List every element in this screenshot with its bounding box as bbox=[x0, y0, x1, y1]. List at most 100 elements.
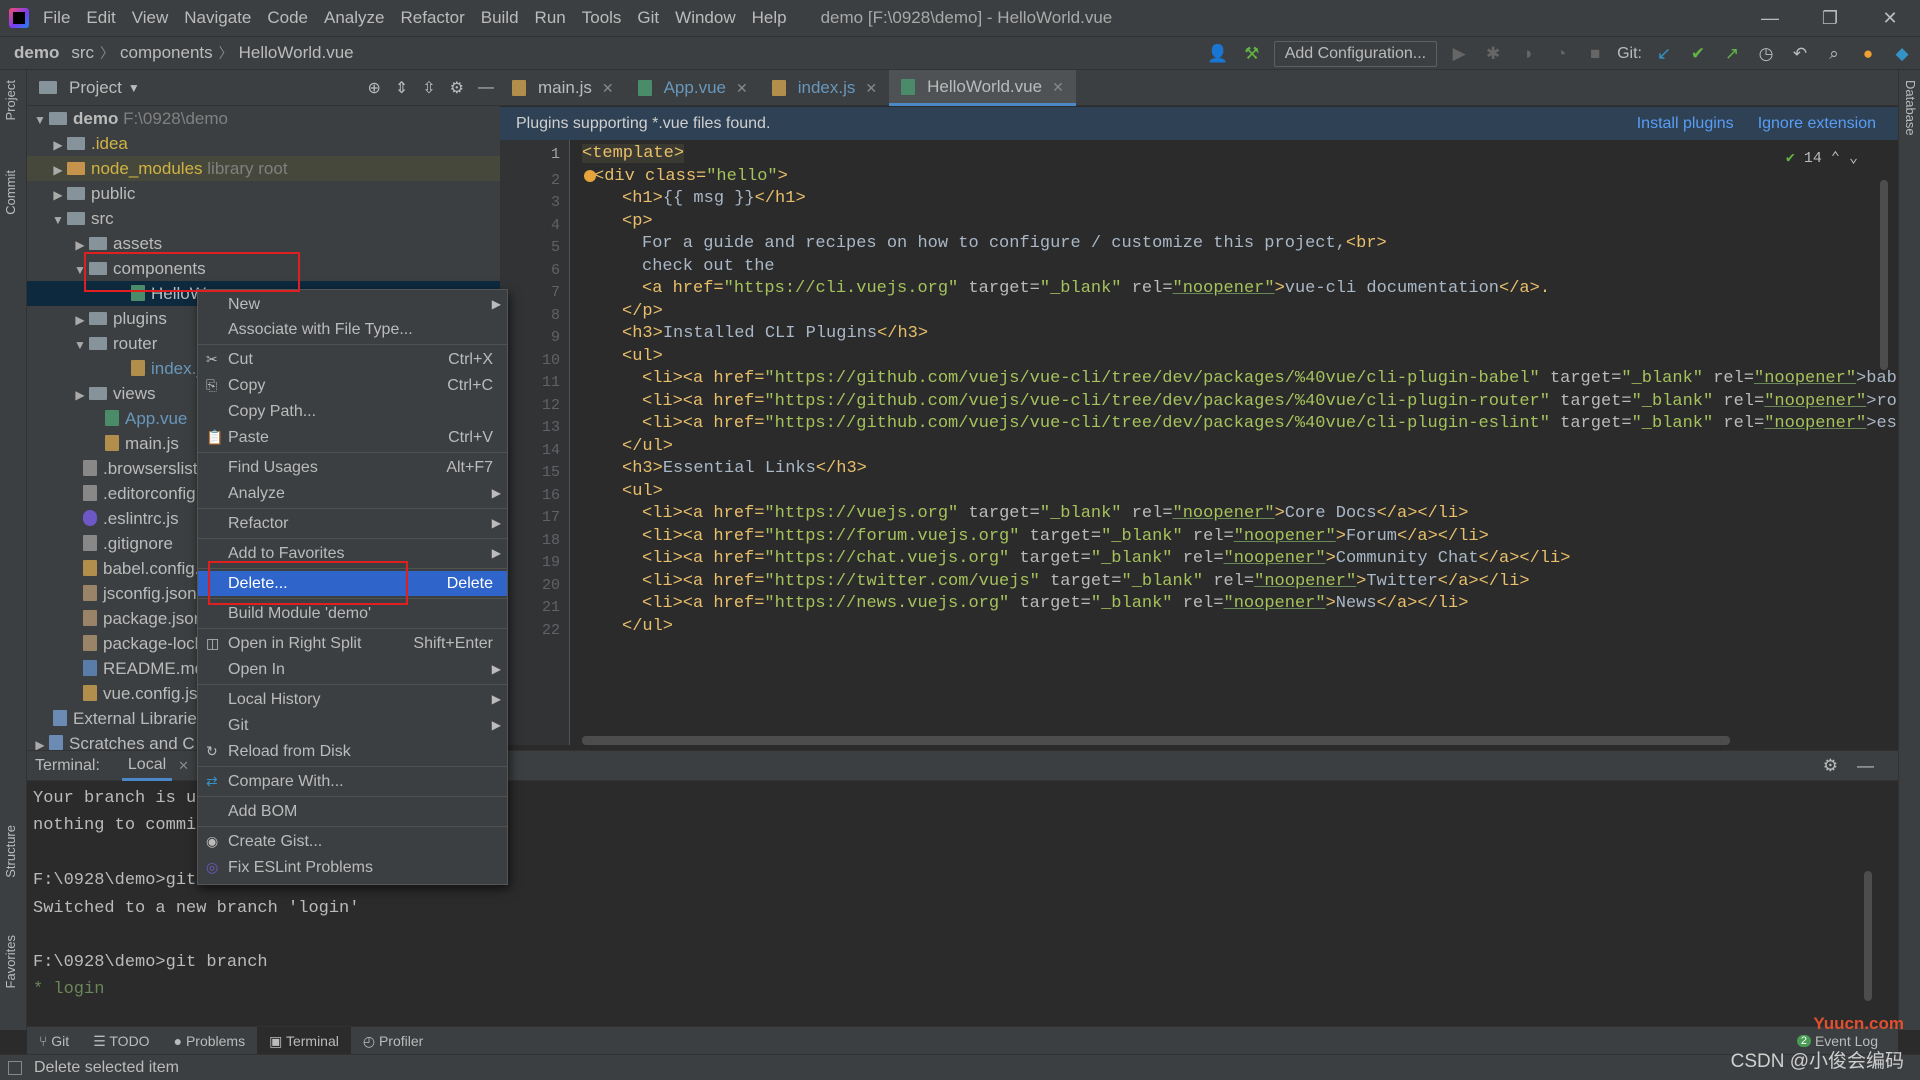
menu-navigate[interactable]: Navigate bbox=[176, 0, 259, 36]
debug-icon[interactable]: ✱ bbox=[1481, 44, 1505, 64]
breadcrumb-src[interactable]: src bbox=[65, 43, 100, 63]
tab-index-js[interactable]: index.js ✕ bbox=[760, 70, 889, 106]
tool-tab-todo[interactable]: ☰ TODO bbox=[81, 1027, 161, 1055]
chevron-right-icon[interactable]: ▶ bbox=[49, 133, 67, 158]
profile-icon[interactable]: ◔ bbox=[1549, 44, 1573, 64]
gear-icon[interactable]: ⚙ bbox=[450, 78, 464, 98]
menu-git[interactable]: Git bbox=[629, 0, 667, 36]
close-tab-icon[interactable]: ✕ bbox=[1052, 69, 1064, 105]
breadcrumb-file[interactable]: HelloWorld.vue bbox=[233, 43, 360, 63]
close-tab-icon[interactable]: ✕ bbox=[602, 70, 614, 106]
database-tool-tab[interactable]: Database bbox=[1903, 80, 1918, 136]
menu-item-open-in[interactable]: Open In ▶ bbox=[198, 657, 507, 682]
menu-tools[interactable]: Tools bbox=[574, 0, 630, 36]
tree-item-idea[interactable]: ▶ .idea bbox=[27, 131, 500, 156]
chevron-down-icon[interactable]: ▼ bbox=[128, 81, 140, 95]
git-push-icon[interactable]: ↗ bbox=[1720, 44, 1744, 64]
chevron-down-icon[interactable]: ▼ bbox=[31, 108, 49, 133]
chevron-right-icon[interactable]: ▶ bbox=[49, 158, 67, 183]
menu-view[interactable]: View bbox=[124, 0, 177, 36]
close-tab-icon[interactable]: ✕ bbox=[865, 70, 877, 106]
tool-tab-problems[interactable]: ● Problems bbox=[162, 1027, 258, 1055]
search-icon[interactable]: ⌕ bbox=[1822, 44, 1846, 64]
menu-item-cut[interactable]: ✂ Cut Ctrl+X bbox=[198, 347, 507, 372]
chevron-up-icon[interactable]: ⌃ bbox=[1831, 150, 1840, 167]
git-history-icon[interactable]: ◷ bbox=[1754, 44, 1778, 64]
menu-item-associate[interactable]: Associate with File Type... bbox=[198, 317, 507, 342]
tool-tab-git[interactable]: ⑂ Git bbox=[27, 1027, 81, 1055]
tree-item-node-modules[interactable]: ▶ node_modules library root bbox=[27, 156, 500, 181]
gear-icon[interactable]: ⚙ bbox=[1823, 756, 1838, 776]
horizontal-scrollbar[interactable] bbox=[582, 736, 1730, 745]
menu-item-refactor[interactable]: Refactor ▶ bbox=[198, 511, 507, 536]
collapse-all-icon[interactable]: ⇳ bbox=[422, 78, 435, 98]
menu-item-fix-eslint[interactable]: ◎ Fix ESLint Problems bbox=[198, 855, 507, 880]
close-tab-icon[interactable]: ✕ bbox=[736, 70, 748, 106]
favorites-tool-tab[interactable]: Favorites bbox=[3, 935, 18, 988]
menu-item-find-usages[interactable]: Find Usages Alt+F7 bbox=[198, 455, 507, 480]
plugin-icon[interactable]: ◆ bbox=[1890, 44, 1914, 64]
git-update-icon[interactable]: ↙ bbox=[1652, 44, 1676, 64]
structure-tool-tab[interactable]: Structure bbox=[3, 825, 18, 878]
tab-helloworld-vue[interactable]: HelloWorld.vue ✕ bbox=[889, 70, 1076, 106]
project-title[interactable]: Project bbox=[69, 78, 122, 98]
ignore-extension-link[interactable]: Ignore extension bbox=[1758, 115, 1876, 133]
chevron-down-icon[interactable]: ▼ bbox=[71, 333, 89, 358]
hide-icon[interactable]: — bbox=[478, 79, 494, 97]
code-editor[interactable]: 1 2 3 4 5 6 7 8 9 10 11 12 13 14 15 16 1… bbox=[500, 140, 1898, 745]
tab-main-js[interactable]: main.js ✕ bbox=[500, 70, 626, 106]
close-tab-icon[interactable]: ✕ bbox=[178, 758, 189, 774]
menu-item-compare-with[interactable]: ⇄ Compare With... bbox=[198, 769, 507, 794]
commit-tool-tab[interactable]: Commit bbox=[3, 170, 18, 215]
build-hammer-icon[interactable]: ⚒ bbox=[1240, 44, 1264, 64]
vertical-scrollbar[interactable] bbox=[1880, 180, 1888, 370]
tree-item-public[interactable]: ▶ public bbox=[27, 181, 500, 206]
menu-item-local-history[interactable]: Local History ▶ bbox=[198, 687, 507, 712]
rollback-icon[interactable]: ↶ bbox=[1788, 44, 1812, 64]
chevron-down-icon[interactable]: ⌄ bbox=[1849, 150, 1858, 167]
add-configuration-button[interactable]: Add Configuration... bbox=[1273, 41, 1438, 67]
chevron-down-icon[interactable]: ▼ bbox=[49, 208, 67, 233]
menu-build[interactable]: Build bbox=[473, 0, 527, 36]
expand-all-icon[interactable]: ⇕ bbox=[395, 78, 408, 98]
breadcrumb-components[interactable]: components bbox=[114, 43, 219, 63]
chevron-right-icon[interactable]: ▶ bbox=[71, 308, 89, 333]
menu-item-git[interactable]: Git ▶ bbox=[198, 713, 507, 738]
menu-edit[interactable]: Edit bbox=[78, 0, 123, 36]
menu-item-add-bom[interactable]: Add BOM bbox=[198, 799, 507, 824]
install-plugins-link[interactable]: Install plugins bbox=[1637, 115, 1734, 133]
menu-help[interactable]: Help bbox=[744, 0, 795, 36]
breadcrumb-root[interactable]: demo bbox=[0, 43, 65, 63]
coverage-icon[interactable]: ◑ bbox=[1515, 44, 1539, 64]
tree-item-src[interactable]: ▼ src bbox=[27, 206, 500, 231]
menu-file[interactable]: File bbox=[35, 0, 78, 36]
locate-icon[interactable]: ⊕ bbox=[367, 78, 380, 98]
tool-tab-profiler[interactable]: ◴ Profiler bbox=[351, 1027, 435, 1055]
terminal-scrollbar[interactable] bbox=[1864, 871, 1872, 1001]
toggle-tool-windows-icon[interactable] bbox=[8, 1060, 22, 1075]
stop-icon[interactable]: ■ bbox=[1583, 44, 1607, 64]
menu-item-copy-path[interactable]: Copy Path... bbox=[198, 399, 507, 424]
tab-app-vue[interactable]: App.vue ✕ bbox=[626, 70, 760, 106]
menu-item-open-right-split[interactable]: ◫ Open in Right Split Shift+Enter bbox=[198, 631, 507, 656]
chevron-right-icon[interactable]: ▶ bbox=[49, 183, 67, 208]
menu-item-analyze[interactable]: Analyze ▶ bbox=[198, 481, 507, 506]
menu-item-copy[interactable]: ⎘ Copy Ctrl+C bbox=[198, 373, 507, 398]
lightbulb-icon[interactable] bbox=[584, 170, 596, 182]
user-icon[interactable]: 👤 bbox=[1206, 44, 1230, 64]
git-commit-icon[interactable]: ✔ bbox=[1686, 44, 1710, 64]
menu-item-new[interactable]: New ▶ bbox=[198, 292, 507, 317]
minimize-icon[interactable]: — bbox=[1740, 0, 1800, 36]
tree-item-demo[interactable]: ▼ demo F:\0928\demo bbox=[27, 106, 500, 131]
menu-window[interactable]: Window bbox=[667, 0, 743, 36]
project-tool-tab[interactable]: Project bbox=[3, 80, 18, 120]
close-icon[interactable]: ✕ bbox=[1860, 0, 1920, 36]
run-icon[interactable]: ▶ bbox=[1447, 44, 1471, 64]
menu-code[interactable]: Code bbox=[259, 0, 316, 36]
tool-tab-terminal[interactable]: ▣ Terminal bbox=[257, 1026, 351, 1055]
menu-analyze[interactable]: Analyze bbox=[316, 0, 392, 36]
inspection-widget[interactable]: ✔ 14 ⌃ ⌄ bbox=[1786, 148, 1858, 167]
menu-item-reload[interactable]: ↻ Reload from Disk bbox=[198, 739, 507, 764]
terminal-tab-local[interactable]: Local bbox=[121, 751, 173, 781]
restore-icon[interactable]: ❐ bbox=[1800, 0, 1860, 36]
